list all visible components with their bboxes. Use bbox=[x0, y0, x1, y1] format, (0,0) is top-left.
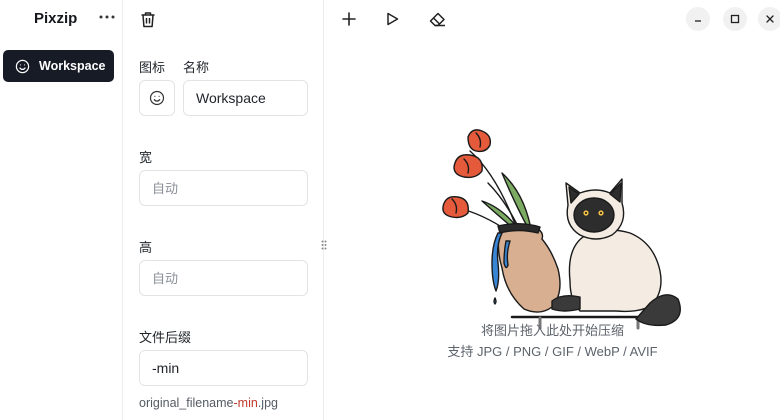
height-label: 高 bbox=[139, 240, 153, 255]
app-title: Pixzip bbox=[34, 10, 78, 27]
minimize-button[interactable] bbox=[686, 7, 710, 31]
width-label: 宽 bbox=[139, 150, 153, 165]
suffix-label: 文件后缀 bbox=[139, 330, 192, 345]
maximize-icon bbox=[730, 14, 740, 24]
icon-picker-button[interactable] bbox=[139, 80, 175, 116]
sidebar-item-label: Workspace bbox=[39, 59, 106, 73]
maximize-button[interactable] bbox=[723, 7, 747, 31]
settings-panel: 图标 名称 宽 高 文件后缀 original_filename-min.jpg bbox=[124, 0, 324, 420]
image-drop-zone[interactable]: 将图片拖入此处开始压缩 支持 JPG / PNG / GIF / WebP / … bbox=[325, 40, 780, 420]
delete-workspace-button[interactable] bbox=[137, 8, 159, 30]
icon-label: 图标 bbox=[139, 60, 166, 75]
filename-preview: original_filename-min.jpg bbox=[139, 396, 278, 410]
minimize-icon bbox=[695, 20, 701, 22]
close-button[interactable] bbox=[758, 7, 780, 31]
smile-icon bbox=[14, 58, 30, 74]
add-button[interactable] bbox=[337, 8, 361, 30]
clear-button[interactable] bbox=[425, 8, 449, 30]
vase-cat-illustration bbox=[442, 129, 681, 330]
more-button[interactable] bbox=[96, 6, 118, 28]
preview-ext: .jpg bbox=[257, 396, 278, 410]
smile-icon bbox=[149, 90, 165, 106]
height-input[interactable] bbox=[139, 260, 308, 296]
preview-suffix: -min bbox=[233, 396, 258, 410]
drop-formats: 支持 JPG / PNG / GIF / WebP / AVIF bbox=[447, 344, 658, 359]
plus-icon bbox=[342, 12, 356, 26]
name-input[interactable] bbox=[183, 80, 308, 116]
close-icon bbox=[766, 15, 774, 23]
preview-prefix: original_filename bbox=[139, 396, 234, 410]
trash-icon bbox=[141, 11, 155, 27]
eraser-icon bbox=[429, 12, 445, 26]
play-icon bbox=[386, 12, 398, 26]
start-button[interactable] bbox=[380, 8, 404, 30]
more-icon bbox=[99, 15, 115, 19]
suffix-input[interactable] bbox=[139, 350, 308, 386]
drop-title: 将图片拖入此处开始压缩 bbox=[480, 323, 624, 338]
width-input[interactable] bbox=[139, 170, 308, 206]
main-area: 将图片拖入此处开始压缩 支持 JPG / PNG / GIF / WebP / … bbox=[325, 0, 780, 420]
name-label: 名称 bbox=[183, 60, 210, 75]
sidebar-item-workspace[interactable]: Workspace bbox=[3, 50, 114, 82]
sidebar: Pixzip Workspace bbox=[0, 0, 123, 420]
